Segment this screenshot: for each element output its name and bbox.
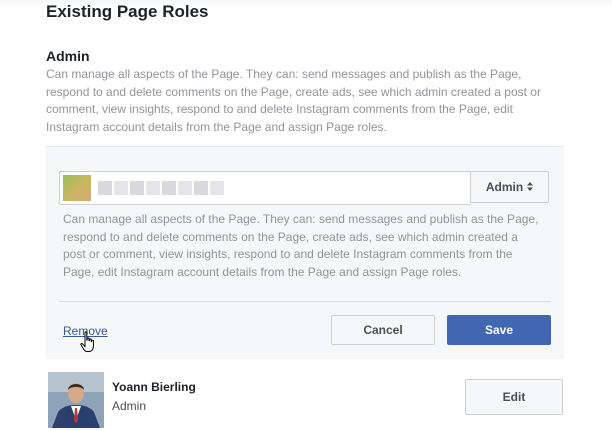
member-role: Admin xyxy=(112,399,147,413)
edit-role-panel: Admin Can manage all aspects of the Page… xyxy=(46,146,564,359)
role-select[interactable]: Admin xyxy=(470,171,549,203)
edit-button[interactable]: Edit xyxy=(465,379,563,415)
user-avatar xyxy=(63,175,91,201)
blurred-user-name xyxy=(98,181,224,195)
hand-cursor-icon xyxy=(80,331,94,352)
panel-role-description: Can manage all aspects of the Page. They… xyxy=(63,212,539,279)
role-title: Admin xyxy=(46,48,90,64)
role-description: Can manage all aspects of the Page. They… xyxy=(46,67,541,134)
cancel-button[interactable]: Cancel xyxy=(331,315,435,345)
updown-arrows-icon xyxy=(527,181,534,193)
member-avatar xyxy=(48,372,104,428)
selected-user-field[interactable] xyxy=(59,171,471,205)
section-title: Existing Page Roles xyxy=(46,2,209,21)
member-name: Yoann Bierling xyxy=(112,380,196,394)
role-select-value: Admin xyxy=(485,180,524,194)
member-row: Yoann Bierling Admin Edit xyxy=(46,372,566,431)
divider xyxy=(59,301,551,302)
save-button[interactable]: Save xyxy=(447,315,551,345)
